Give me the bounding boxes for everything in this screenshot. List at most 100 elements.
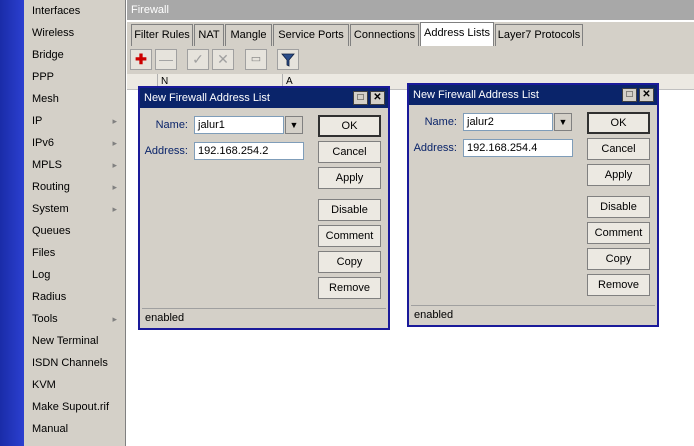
sidebar-item-ip[interactable]: IP ▸: [24, 110, 125, 132]
sidebar-item-label: ISDN Channels: [32, 357, 108, 369]
address-label: Address:: [144, 145, 188, 157]
comment-icon[interactable]: ▭: [245, 49, 267, 70]
check-icon[interactable]: ✓: [187, 49, 209, 70]
status-bar: enabled: [142, 308, 386, 326]
sidebar-item-radius[interactable]: Radius: [24, 286, 125, 308]
tab-mangle[interactable]: Mangle: [225, 24, 272, 46]
sidebar-item-ipv6[interactable]: IPv6 ▸: [24, 132, 125, 154]
sidebar-item-label: Manual: [32, 423, 69, 435]
close-icon[interactable]: ✕: [370, 91, 385, 105]
disable-button[interactable]: Disable: [318, 199, 381, 221]
sidebar-item-label: Mesh: [32, 93, 59, 105]
sidebar-item-system[interactable]: System ▸: [24, 198, 125, 220]
dropdown-arrow-icon[interactable]: ▼: [554, 113, 572, 131]
submenu-arrow-icon: ▸: [112, 160, 117, 170]
sidebar-item-label: IP: [32, 115, 43, 127]
new-address-list-dialog-2: New Firewall Address List □ ✕ Name: jalu…: [407, 83, 659, 327]
submenu-arrow-icon: ▸: [112, 314, 117, 324]
winbox-sidebar-strip: [0, 0, 24, 446]
status-bar: enabled: [411, 305, 655, 323]
sidebar-item-make-supout[interactable]: Make Supout.rif: [24, 396, 125, 418]
sidebar-item-label: Queues: [32, 225, 71, 237]
submenu-arrow-icon: ▸: [112, 182, 117, 192]
submenu-arrow-icon: ▸: [112, 116, 117, 126]
sidebar-item-new-terminal[interactable]: New Terminal: [24, 330, 125, 352]
sidebar-item-label: Wireless: [32, 27, 75, 39]
sidebar-item-label: New Terminal: [32, 335, 99, 347]
name-label: Name:: [155, 119, 188, 131]
sidebar-item-ppp[interactable]: PPP: [24, 66, 125, 88]
cancel-button[interactable]: Cancel: [587, 138, 650, 160]
submenu-arrow-icon: ▸: [112, 138, 117, 148]
name-field[interactable]: jalur2: [463, 113, 553, 131]
sidebar-item-interfaces[interactable]: Interfaces: [24, 0, 125, 22]
sidebar-item-label: PPP: [32, 71, 55, 83]
sidebar-item-log[interactable]: Log: [24, 264, 125, 286]
ok-button[interactable]: OK: [318, 115, 381, 137]
sidebar-item-tools[interactable]: Tools ▸: [24, 308, 125, 330]
comment-button[interactable]: Comment: [587, 222, 650, 244]
tab-address-lists[interactable]: Address Lists: [420, 22, 494, 46]
apply-button[interactable]: Apply: [318, 167, 381, 189]
ok-button[interactable]: OK: [587, 112, 650, 134]
sidebar-item-label: System: [32, 203, 69, 215]
firewall-toolbar: ✚ — ✓ ✕ ▭: [127, 46, 694, 74]
submenu-arrow-icon: ▸: [112, 204, 117, 214]
sidebar-item-isdn-channels[interactable]: ISDN Channels: [24, 352, 125, 374]
name-field[interactable]: jalur1: [194, 116, 284, 134]
tab-service-ports[interactable]: Service Ports: [273, 24, 349, 46]
maximize-icon[interactable]: □: [622, 88, 637, 102]
sidebar-item-mpls[interactable]: MPLS ▸: [24, 154, 125, 176]
sidebar-item-label: KVM: [32, 379, 56, 391]
cancel-button[interactable]: Cancel: [318, 141, 381, 163]
remove-button[interactable]: Remove: [318, 277, 381, 299]
sidebar-item-files[interactable]: Files: [24, 242, 125, 264]
sidebar-item-label: IPv6: [32, 137, 55, 149]
sidebar-item-label: Log: [32, 269, 51, 281]
copy-button[interactable]: Copy: [587, 248, 650, 270]
dialog-title-bar: New Firewall Address List □ ✕: [409, 85, 657, 105]
dialog-title: New Firewall Address List: [413, 89, 539, 101]
firewall-window-title: Firewall: [127, 0, 694, 20]
maximize-icon[interactable]: □: [353, 91, 368, 105]
sidebar-item-wireless[interactable]: Wireless: [24, 22, 125, 44]
sidebar-item-label: Files: [32, 247, 56, 259]
dropdown-arrow-icon[interactable]: ▼: [285, 116, 303, 134]
filter-icon[interactable]: [277, 49, 299, 70]
copy-button[interactable]: Copy: [318, 251, 381, 273]
dialog-title: New Firewall Address List: [144, 92, 270, 104]
x-icon[interactable]: ✕: [212, 49, 234, 70]
sidebar-item-kvm[interactable]: KVM: [24, 374, 125, 396]
address-label: Address:: [413, 142, 457, 154]
sidebar-item-routing[interactable]: Routing ▸: [24, 176, 125, 198]
plus-icon[interactable]: ✚: [130, 49, 152, 70]
new-address-list-dialog-1: New Firewall Address List □ ✕ Name: jalu…: [138, 86, 390, 330]
sidebar-menu: Interfaces Wireless Bridge PPP Mesh IP ▸ …: [24, 0, 126, 446]
sidebar-item-bridge[interactable]: Bridge: [24, 44, 125, 66]
sidebar-item-label: Routing: [32, 181, 70, 193]
sidebar-item-label: MPLS: [32, 159, 62, 171]
name-label: Name:: [424, 116, 457, 128]
sidebar-item-queues[interactable]: Queues: [24, 220, 125, 242]
tab-layer7-protocols[interactable]: Layer7 Protocols: [495, 24, 583, 46]
tab-filter-rules[interactable]: Filter Rules: [131, 24, 193, 46]
firewall-tabs: Filter Rules NAT Mangle Service Ports Co…: [127, 22, 694, 46]
sidebar-item-mesh[interactable]: Mesh: [24, 88, 125, 110]
address-field[interactable]: 192.168.254.2: [194, 142, 304, 160]
dialog-title-bar: New Firewall Address List □ ✕: [140, 88, 388, 108]
sidebar-item-label: Interfaces: [32, 5, 81, 17]
minus-icon[interactable]: —: [155, 49, 177, 70]
tab-connections[interactable]: Connections: [350, 24, 419, 46]
close-icon[interactable]: ✕: [639, 88, 654, 102]
tab-nat[interactable]: NAT: [194, 24, 224, 46]
comment-button[interactable]: Comment: [318, 225, 381, 247]
apply-button[interactable]: Apply: [587, 164, 650, 186]
sidebar-item-label: Make Supout.rif: [32, 401, 110, 413]
disable-button[interactable]: Disable: [587, 196, 650, 218]
sidebar-item-label: Radius: [32, 291, 67, 303]
sidebar-item-label: Bridge: [32, 49, 64, 61]
sidebar-item-manual[interactable]: Manual: [24, 418, 125, 440]
remove-button[interactable]: Remove: [587, 274, 650, 296]
sidebar-item-label: Tools: [32, 313, 58, 325]
address-field[interactable]: 192.168.254.4: [463, 139, 573, 157]
